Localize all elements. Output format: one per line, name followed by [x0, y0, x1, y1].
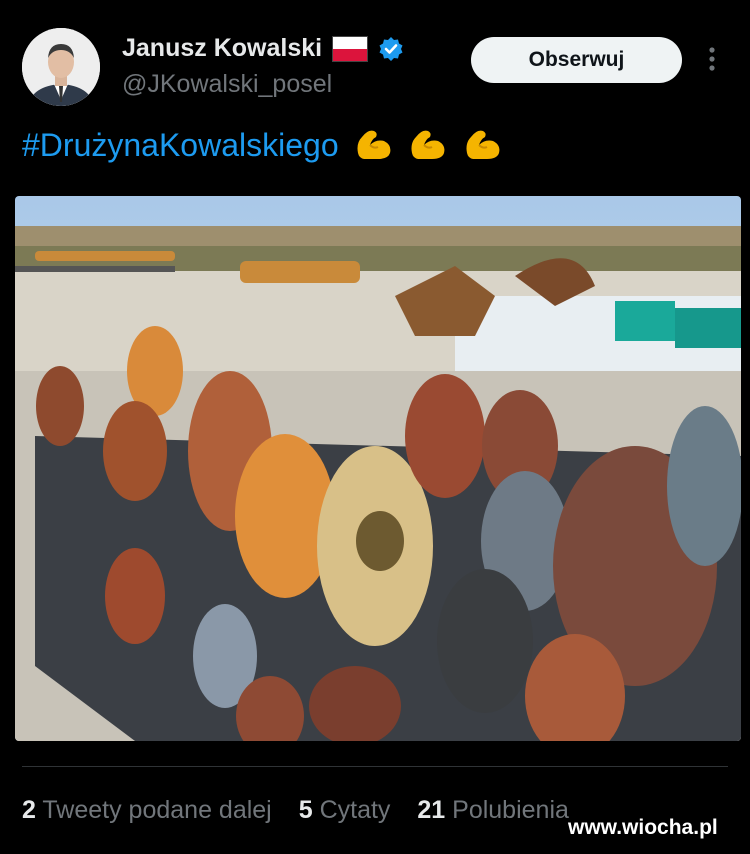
hashtag-link[interactable]: #DrużynaKowalskiego	[22, 127, 339, 163]
verified-badge-icon[interactable]	[378, 36, 404, 62]
pottery-vases-photo[interactable]	[15, 196, 741, 741]
likes-stat[interactable]: 21 Polubienia	[417, 796, 569, 824]
poland-flag-icon	[332, 35, 369, 62]
watermark: www.wiocha.pl	[568, 816, 718, 839]
flexed-biceps-icon	[354, 125, 394, 171]
retweets-stat[interactable]: 2 Tweety podane dalej	[22, 796, 272, 824]
author-name[interactable]: Janusz Kowalski	[122, 34, 322, 63]
author-handle[interactable]: @JKowalski_posel	[122, 70, 332, 99]
tweet-text: #DrużynaKowalskiego	[22, 124, 503, 171]
avatar[interactable]	[22, 28, 100, 106]
more-vertical-icon[interactable]	[700, 42, 724, 78]
flexed-biceps-icon	[408, 125, 448, 171]
tweet-stats: 2 Tweety podane dalej 5 Cytaty 21 Polubi…	[22, 796, 589, 825]
divider	[22, 766, 728, 767]
follow-button[interactable]: Obserwuj	[471, 37, 682, 83]
quotes-stat[interactable]: 5 Cytaty	[299, 796, 391, 824]
flexed-biceps-icon	[463, 125, 503, 171]
